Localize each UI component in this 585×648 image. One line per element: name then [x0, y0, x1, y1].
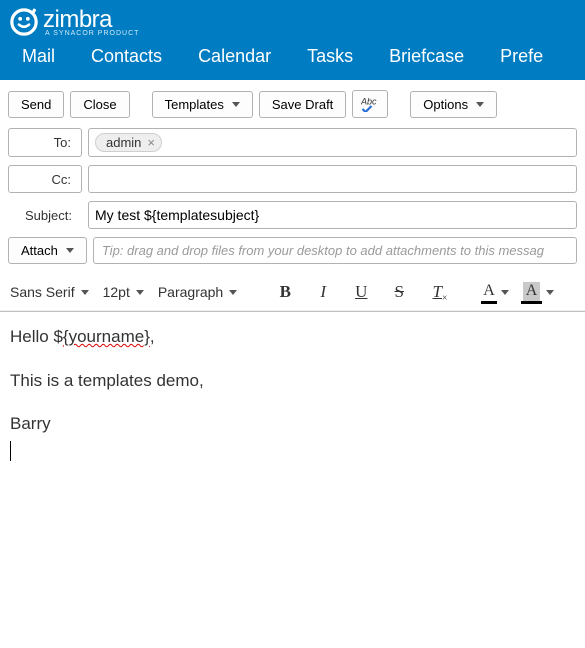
- font-family-select[interactable]: Sans Serif: [10, 284, 89, 300]
- remove-chip-icon[interactable]: ×: [147, 136, 155, 149]
- recipient-chip[interactable]: admin ×: [95, 133, 162, 152]
- to-field[interactable]: admin ×: [88, 128, 577, 157]
- recipient-chip-label: admin: [106, 135, 141, 150]
- chevron-down-icon: [546, 290, 554, 295]
- subject-input[interactable]: [95, 207, 570, 223]
- compose-toolbar: Send Close Templates Save Draft Abc Opti…: [0, 80, 585, 128]
- font-size-select[interactable]: 12pt: [103, 284, 144, 300]
- nav-calendar[interactable]: Calendar: [198, 46, 271, 67]
- spellcheck-icon: Abc: [361, 94, 379, 115]
- templates-dropdown[interactable]: Templates: [152, 91, 253, 118]
- underline-button[interactable]: U: [349, 280, 373, 304]
- chevron-down-icon: [501, 290, 509, 295]
- attach-tip[interactable]: Tip: drag and drop files from your deskt…: [93, 237, 577, 264]
- italic-button[interactable]: I: [311, 280, 335, 304]
- close-button[interactable]: Close: [70, 91, 129, 118]
- nav-preferences[interactable]: Prefe: [500, 46, 543, 67]
- text-color-button[interactable]: A: [483, 282, 509, 302]
- subject-label: Subject:: [8, 201, 82, 229]
- body-signature: Barry: [10, 411, 575, 437]
- strikethrough-button[interactable]: S: [387, 280, 411, 304]
- clear-format-button[interactable]: T×: [425, 280, 449, 304]
- chevron-down-icon: [136, 290, 144, 295]
- cc-label-button[interactable]: Cc:: [8, 165, 82, 193]
- app-logo: zimbra A SYNACOR PRODUCT: [8, 6, 139, 38]
- spellcheck-button[interactable]: Abc: [352, 90, 388, 118]
- send-button[interactable]: Send: [8, 91, 64, 118]
- nav-mail[interactable]: Mail: [22, 46, 55, 67]
- main-nav: Mail Contacts Calendar Tasks Briefcase P…: [0, 42, 585, 79]
- paragraph-select[interactable]: Paragraph: [158, 284, 237, 300]
- nav-contacts[interactable]: Contacts: [91, 46, 162, 67]
- svg-text:Abc: Abc: [361, 96, 377, 106]
- nav-tasks[interactable]: Tasks: [307, 46, 353, 67]
- attach-dropdown[interactable]: Attach: [8, 237, 87, 264]
- chevron-down-icon: [81, 290, 89, 295]
- brand-name: zimbra: [43, 8, 139, 32]
- body-line-1: Hello ${yourname},: [10, 324, 575, 350]
- options-dropdown[interactable]: Options: [410, 91, 497, 118]
- chevron-down-icon: [229, 290, 237, 295]
- to-label-button[interactable]: To:: [8, 128, 82, 157]
- brand-tagline: A SYNACOR PRODUCT: [45, 30, 139, 37]
- nav-briefcase[interactable]: Briefcase: [389, 46, 464, 67]
- chevron-down-icon: [66, 248, 74, 253]
- body-line-2: This is a templates demo,: [10, 368, 575, 394]
- format-toolbar: Sans Serif 12pt Paragraph B I U S T× A A: [0, 272, 585, 311]
- chevron-down-icon: [232, 102, 240, 107]
- text-cursor: [10, 441, 11, 461]
- highlight-color-button[interactable]: A: [523, 282, 555, 302]
- cc-field[interactable]: [88, 165, 577, 193]
- zimbra-icon: [8, 6, 40, 38]
- subject-field[interactable]: [88, 201, 577, 229]
- message-body-editor[interactable]: Hello ${yourname}, This is a templates d…: [0, 311, 585, 631]
- chevron-down-icon: [476, 102, 484, 107]
- save-draft-button[interactable]: Save Draft: [259, 91, 346, 118]
- bold-button[interactable]: B: [273, 280, 297, 304]
